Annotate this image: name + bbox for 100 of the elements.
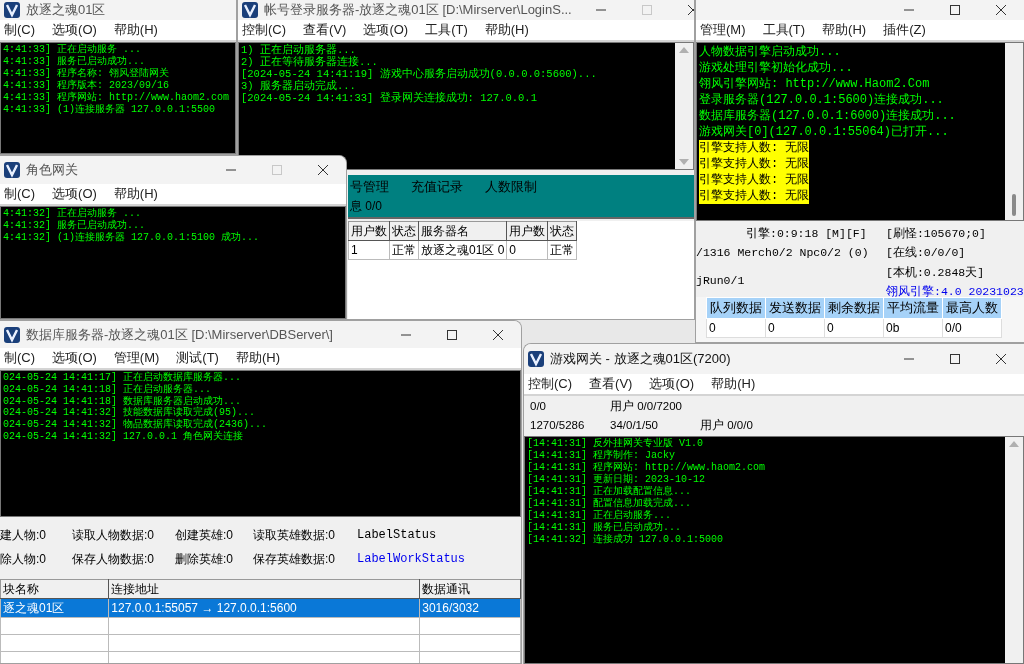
scroll-thumb[interactable]	[1012, 194, 1016, 216]
status-label: LabelWorkStatus	[357, 551, 466, 569]
status-label: 读取人物数据:0	[72, 526, 154, 544]
log-line: 024-05-24 14:41:18] 数据库服务器启动成功...	[3, 395, 242, 407]
menu-item[interactable]: 工具(T)	[425, 20, 468, 40]
window-title: 数据库服务器-放逐之魂01区 [D:\Mirserver\DBServer\]	[26, 325, 333, 344]
column-header[interactable]: 状态	[389, 221, 419, 241]
menu-item[interactable]: 测试(T)	[176, 348, 219, 368]
menu-item[interactable]: 查看(V)	[589, 374, 633, 394]
status-label: 引擎:0:9:18 [M][F]	[745, 226, 867, 242]
menu-item[interactable]: 选项(O)	[52, 348, 97, 368]
column-header[interactable]: 用户数	[348, 221, 390, 241]
menu-item[interactable]: 插件(Z)	[883, 20, 926, 40]
status-label: 建人物:0	[0, 526, 46, 544]
menu-item[interactable]: 查看(V)	[303, 20, 347, 40]
scrollbar[interactable]	[675, 43, 693, 169]
window-title: 放逐之魂01区	[26, 1, 106, 20]
status-label: 用户 0/0/0	[700, 417, 753, 433]
menu-item[interactable]: 帮助(H)	[113, 20, 158, 40]
table-row[interactable]: 逐之魂01区 127.0.0.1:55057 → 127.0.0.1:5600 3016/3032	[0, 598, 521, 618]
log-line: 游戏网关[0](127.0.0.1:55064)已打开...	[699, 124, 949, 140]
close-icon	[318, 165, 328, 175]
log-line: 人物数据引擎启动成功...	[699, 44, 841, 60]
window-title: 帐号登录服务器-放逐之魂01区 [D:\Mirserver\LoginS...	[264, 1, 572, 20]
log-line: 翎风引擎网站: http://www.Haom2.Com	[699, 76, 930, 92]
log-line: [14:41:31] 反外挂网关专业版 V1.0	[527, 438, 703, 449]
column-header[interactable]: 剩余数据	[824, 297, 884, 318]
column-header[interactable]: 队列数据	[706, 297, 766, 318]
log-line: 024-05-24 14:41:32] 物品数据库读取完成(2436)...	[3, 419, 268, 431]
column-header[interactable]: 平均流量	[883, 297, 943, 318]
scrollbar[interactable]	[1005, 43, 1023, 220]
column-header[interactable]: 用户数	[506, 221, 548, 241]
status-label: 读取英雄数据:0	[253, 526, 335, 544]
app-icon	[528, 351, 544, 367]
log-line: 4:41:32] 服务已启动成功...	[3, 220, 145, 232]
table-cell: 0	[765, 318, 825, 337]
status-label: [本机:0.2848天]	[886, 264, 985, 281]
scrollbar[interactable]	[1005, 437, 1023, 663]
menu-item[interactable]: 制(C)	[4, 20, 36, 40]
log-line: 024-05-24 14:41:32] 127.0.0.1 角色网关连接	[3, 431, 244, 443]
status-label: 保存英雄数据:0	[253, 551, 335, 569]
log-line: 4:41:33] 程序版本: 2023/09/16	[3, 80, 170, 91]
status-label: [在线:0/0/0]	[886, 245, 966, 262]
status-label: 删除英雄:0	[175, 551, 233, 569]
menu-item[interactable]: 工具(T)	[762, 20, 806, 40]
status-label: 翎风引擎:4.0 20231023	[886, 283, 1024, 300]
tab[interactable]: 充值记录	[411, 177, 463, 197]
status-label: /1316 Merch0/2 Npc0/2 (0)	[696, 245, 869, 262]
column-header[interactable]: 服务器名	[418, 221, 507, 241]
column-header[interactable]: 块名称	[0, 579, 109, 599]
close-icon	[687, 5, 694, 15]
menu-item[interactable]: 控制(C)	[528, 374, 573, 394]
menu-item[interactable]: 帮助(H)	[484, 20, 529, 40]
table-cell: 1	[348, 240, 390, 260]
column-header[interactable]: 最高人数	[942, 297, 1002, 318]
log-line: [14:41:31] 正在启动服务...	[527, 510, 671, 521]
menu-item[interactable]: 管理(M)	[113, 348, 160, 368]
log-line: [2024-05-24 14:41:33] 登录网关连接成功: 127.0.0.1	[241, 92, 537, 104]
column-header[interactable]: 连接地址	[108, 579, 420, 599]
log-line: 1) 正在启动服务器...	[241, 44, 356, 56]
table-cell: 0/0	[942, 318, 1002, 337]
menu-item[interactable]: 管理(M)	[700, 20, 746, 40]
column-header[interactable]: 发送数据	[765, 297, 825, 318]
log-line: 4:41:32] 正在启动服务 ...	[3, 208, 141, 219]
menu-item[interactable]: 选项(O)	[649, 374, 695, 394]
menu-item[interactable]: 帮助(H)	[711, 374, 756, 394]
status-label: 除人物:0	[0, 551, 46, 569]
maximize-icon	[272, 165, 282, 175]
close-icon	[996, 5, 1006, 15]
log-line: [14:41:31] 服务已启动成功...	[527, 522, 681, 533]
log-line: 4:41:33] 正在启动服务 ...	[3, 44, 141, 55]
menu-item[interactable]: 控制(C)	[242, 20, 287, 40]
table-cell: 0	[706, 318, 766, 337]
status-label: [刷怪:105670;0]	[886, 226, 986, 242]
tab[interactable]: 号管理	[350, 177, 389, 197]
menu-item[interactable]: 选项(O)	[52, 20, 97, 40]
maximize-icon	[641, 5, 652, 15]
close-icon	[493, 329, 503, 340]
log-line: 数据库服务器(127.0.0.1:6000)连接成功...	[699, 108, 956, 124]
menu-item[interactable]: 选项(O)	[52, 184, 97, 204]
menu-item[interactable]: 帮助(H)	[822, 20, 867, 40]
tab[interactable]: 人数限制	[485, 177, 537, 197]
scroll-up-icon	[679, 47, 689, 53]
status-label: 用户 0/0/7200	[610, 398, 682, 414]
status-label: LabelStatus	[357, 526, 437, 544]
log-line: 3) 服务器启动完成...	[241, 80, 356, 92]
menu-item[interactable]: 帮助(H)	[113, 184, 158, 204]
menu-item[interactable]: 选项(O)	[363, 20, 409, 40]
status-label: 0/0	[530, 398, 546, 414]
log-line: 4:41:33] 服务已启动成功...	[3, 56, 145, 67]
status-label: 1270/5286	[530, 417, 585, 433]
status-label: 保存人物数据:0	[72, 551, 154, 569]
menu-item[interactable]: 帮助(H)	[235, 348, 280, 368]
column-header[interactable]: 数据通讯	[419, 579, 521, 599]
column-header[interactable]: 状态	[547, 221, 577, 241]
window-title: 角色网关	[26, 161, 78, 180]
table-cell: 正常	[389, 240, 419, 260]
menu-item[interactable]: 制(C)	[4, 184, 36, 204]
menu-item[interactable]: 制(C)	[4, 348, 36, 368]
table-cell: 0	[506, 240, 548, 260]
